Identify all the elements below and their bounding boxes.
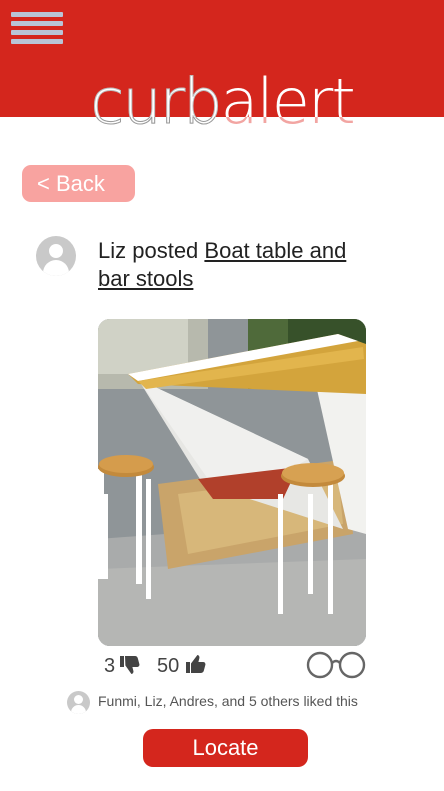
dislike-count: 3 xyxy=(104,655,116,677)
post-verb: posted xyxy=(126,238,205,263)
thumbs-down-icon[interactable] xyxy=(118,653,142,682)
like-count: 50 xyxy=(157,655,180,677)
back-button[interactable]: < Back xyxy=(22,165,135,202)
liker-avatar xyxy=(67,691,90,714)
avatar xyxy=(36,236,76,276)
thumbs-up-icon[interactable] xyxy=(184,652,208,681)
item-photo[interactable] xyxy=(98,319,366,646)
app-logo-overhang: curbalert xyxy=(0,117,444,137)
post-description: Liz posted Boat table and bar stools xyxy=(98,237,368,293)
app-header: curbalert xyxy=(0,0,444,139)
locate-button[interactable]: Locate xyxy=(143,729,308,767)
glasses-icon[interactable] xyxy=(305,649,367,686)
hamburger-menu-icon[interactable] xyxy=(11,12,63,48)
liked-by-text[interactable]: Funmi, Liz, Andres, and 5 others liked t… xyxy=(98,692,358,710)
post-author: Liz xyxy=(98,238,127,263)
